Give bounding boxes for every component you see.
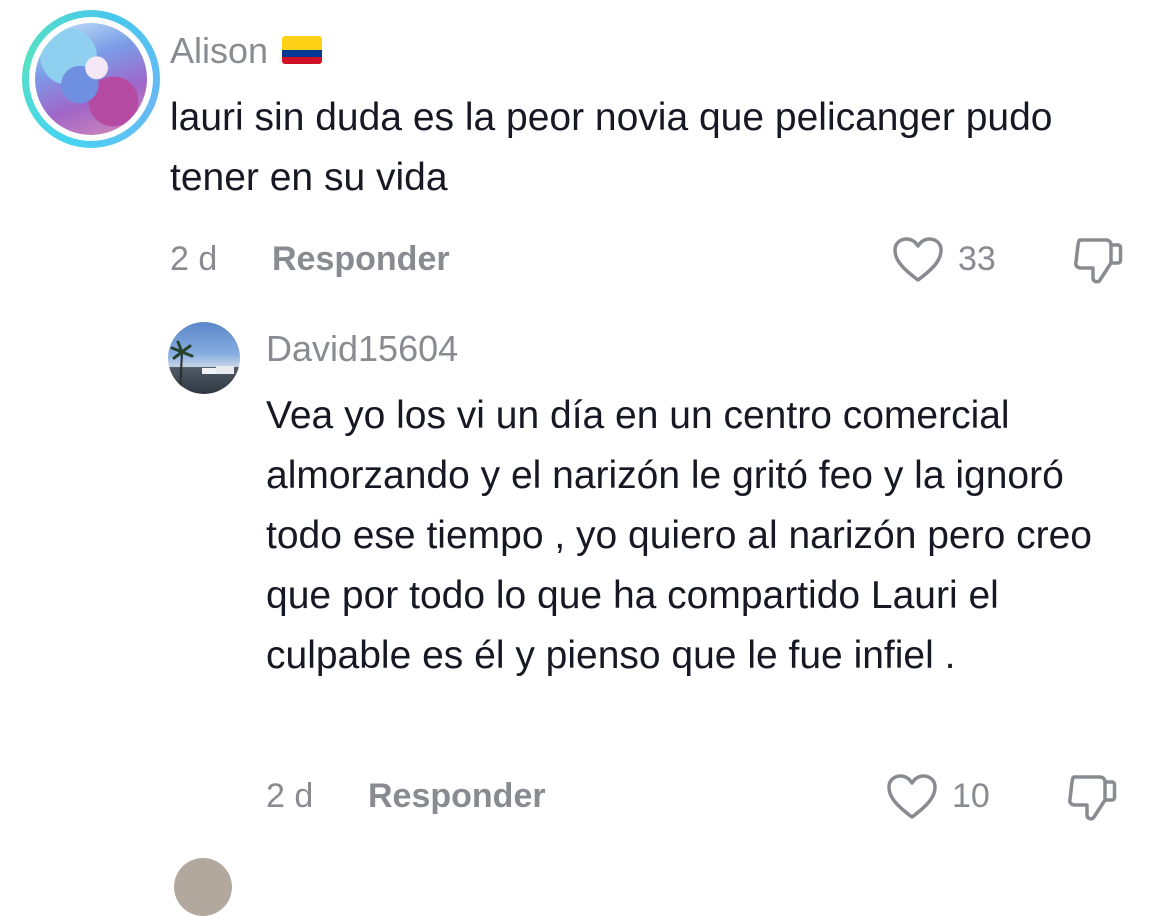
heart-icon[interactable] [886,773,938,821]
comment-text-david: Vea yo los vi un día en un centro comerc… [266,394,1092,677]
avatar-david[interactable] [168,322,240,394]
heart-icon[interactable] [892,236,944,284]
username-alison[interactable]: Alison [170,30,323,72]
thumbs-down-icon[interactable] [1066,773,1118,823]
comment-time: 2 d [170,240,218,278]
reply-button[interactable]: Responder [368,777,546,816]
username-label[interactable]: Alison [170,30,268,71]
avatar-image [35,23,147,135]
comment-time: 2 d [266,777,314,815]
reply-button[interactable]: Responder [272,240,450,279]
like-count: 33 [958,240,996,278]
comment-text-alison: lauri sin duda es la peor novia que peli… [170,96,1053,199]
like-count: 10 [952,777,990,815]
avatar-next-comment[interactable] [174,858,232,916]
colombia-flag-icon [282,36,323,65]
thumbs-down-icon[interactable] [1072,236,1124,286]
palm-tree-photo [170,340,234,393]
username-david[interactable]: David15604 [266,328,458,370]
avatar-alison[interactable] [22,10,160,148]
